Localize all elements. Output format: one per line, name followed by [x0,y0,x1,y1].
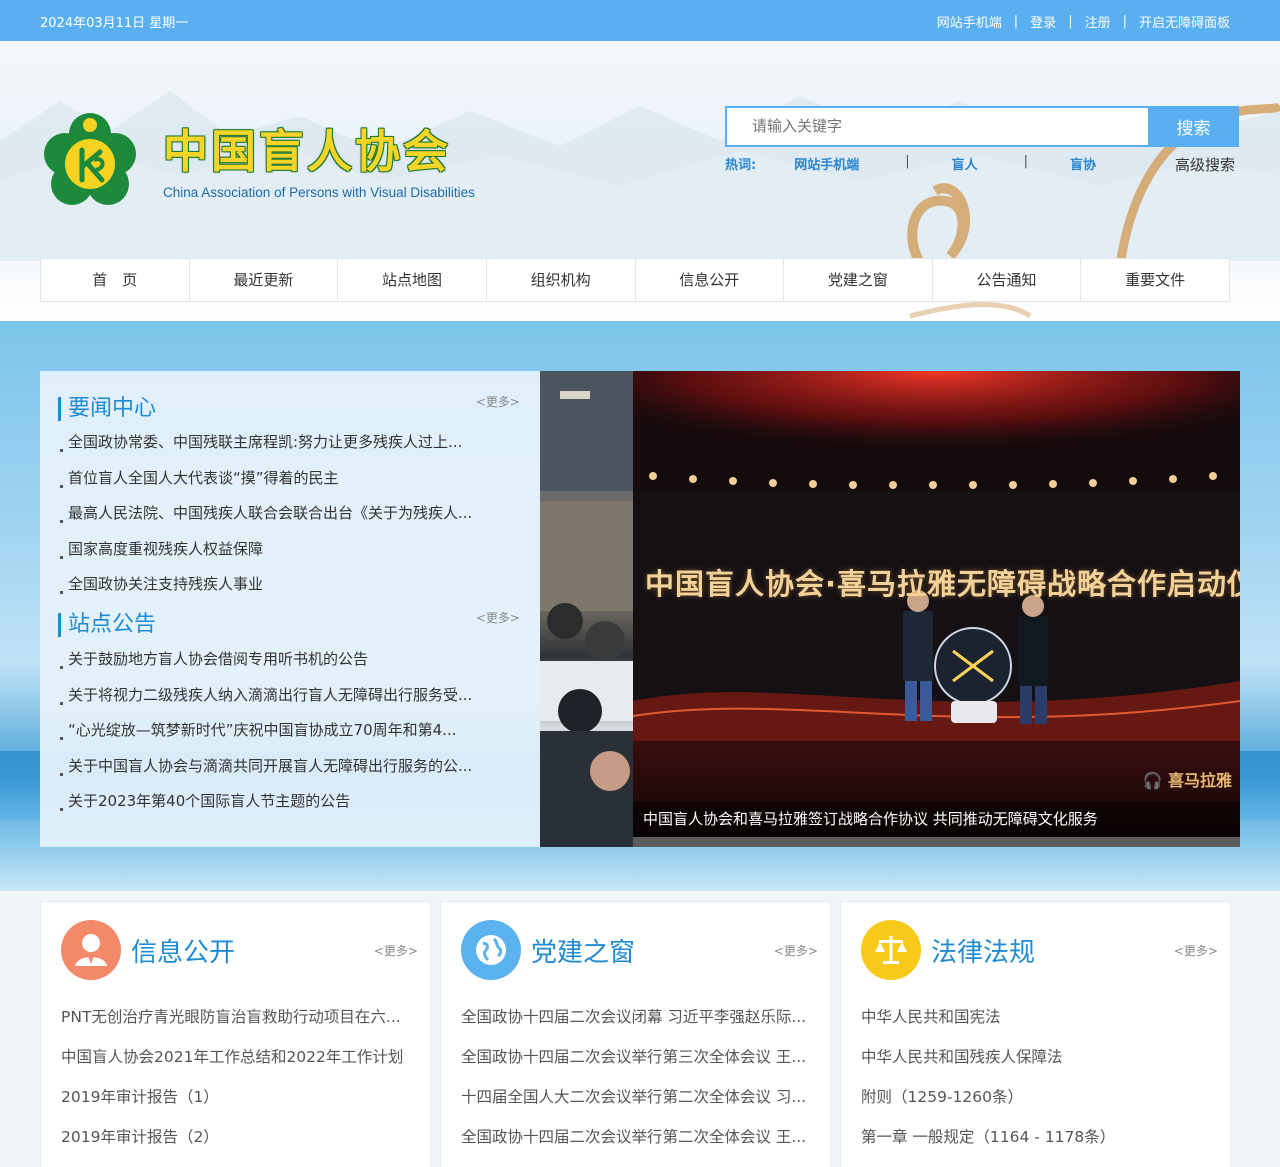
list-item[interactable]: PNT无创治疗青光眼防盲治盲救助行动项目在六... [61,997,417,1037]
separator: | [1122,14,1127,29]
main-nav: 首 页 最近更新 站点地图 组织机构 信息公开 党建之窗 公告通知 重要文件 [40,258,1230,302]
brand-text: 喜马拉雅 [1167,771,1232,790]
separator: | [1023,154,1029,169]
list-item[interactable]: 全国政协关注支持残疾人事业 [60,567,530,603]
slide-caption[interactable]: 中国盲人协会和喜马拉雅签订战略合作协议 共同推动无障碍文化服务 [633,801,1240,837]
news-more-link[interactable]: <更多> [476,393,520,410]
person-icon [61,920,121,980]
news-center-title: 要闻中心 [58,397,156,421]
scale-icon [861,920,921,980]
brand-watermark: 🎧 喜马拉雅 [1142,767,1232,791]
search-input[interactable] [725,106,1148,147]
site-header: 中国盲人协会 China Association of Persons with… [0,41,1280,321]
top-links: 网站手机端 | 登录 | 注册 | 开启无障碍面板 [937,12,1230,31]
separator: | [1068,14,1073,29]
notices-list: 关于鼓励地方盲人协会借阅专用听书机的公告 关于将视力二级残疾人纳入滴滴出行盲人无… [60,642,530,820]
slide-headline: 中国盲人协会·喜马拉雅无障碍战略合作启动仪 [645,567,1240,601]
list-item[interactable]: 中华人民共和国残疾人保障法 [861,1037,1217,1077]
advanced-search-link[interactable]: 高级搜索 [1175,154,1235,175]
mobile-site-link[interactable]: 网站手机端 [937,12,1002,31]
org-name-cn: 中国盲人协会 [163,125,452,178]
side-photo[interactable] [540,371,633,847]
card-more-link[interactable]: <更多> [1174,942,1218,959]
register-link[interactable]: 注册 [1085,12,1111,31]
card-title: 党建之窗 [531,938,636,968]
hot-words: 热词: 网站手机端 | 盲人 | 盲协 [725,154,1134,173]
list-item[interactable]: 2019年审计报告（2） [61,1117,417,1157]
list-item[interactable]: 全国政协十四届二次会议举行第三次全体会议 王... [461,1037,817,1077]
nav-important-docs[interactable]: 重要文件 [1081,259,1229,301]
list-item[interactable]: 十四届全国人大二次会议举行第二次全体会议 习... [461,1077,817,1117]
hot-words-label: 热词: [725,158,757,173]
nav-organization[interactable]: 组织机构 [487,259,636,301]
accessibility-panel-link[interactable]: 开启无障碍面板 [1139,12,1230,31]
listen-icon: 🎧 [1142,771,1163,790]
list-item[interactable]: 关于中国盲人协会与滴滴共同开展盲人无障碍出行服务的公... [60,749,530,785]
laws-card: 法律法规 <更多> 中华人民共和国宪法 中华人民共和国残疾人保障法 附则（125… [840,901,1231,1167]
login-link[interactable]: 登录 [1030,12,1056,31]
party-building-card: 党建之窗 <更多> 全国政协十四届二次会议闭幕 习近平李强赵乐际... 全国政协… [440,901,831,1167]
search-bar: 搜索 [725,106,1239,147]
association-logo [44,113,136,205]
list-item[interactable]: 全国政协十四届二次会议闭幕 习近平李强赵乐际... [461,997,817,1037]
card-title: 信息公开 [131,938,236,968]
list-item[interactable]: 附则（1259-1260条） [861,1077,1217,1117]
nav-party-building[interactable]: 党建之窗 [784,259,933,301]
category-cards: 信息公开 <更多> PNT无创治疗青光眼防盲治盲救助行动项目在六... 中国盲人… [0,891,1280,1167]
featured-band: 要闻中心 <更多> 全国政协常委、中国残联主席程凯:努力让更多残疾人过上... … [0,321,1280,891]
notices-more-link[interactable]: <更多> [476,609,520,626]
list-item[interactable]: 全国政协十四届二次会议举行第二次全体会议 王... [461,1117,817,1157]
hot-word-link[interactable]: 盲协 [1070,154,1096,173]
card-list: 全国政协十四届二次会议闭幕 习近平李强赵乐际... 全国政协十四届二次会议举行第… [461,997,817,1157]
separator: | [905,154,910,169]
nav-announcements[interactable]: 公告通知 [933,259,1082,301]
card-list: 中华人民共和国宪法 中华人民共和国残疾人保障法 附则（1259-1260条） 第… [861,997,1217,1157]
org-name-en: China Association of Persons with Visual… [163,185,475,200]
list-item[interactable]: “心光绽放—筑梦新时代”庆祝中国盲协成立70周年和第4... [60,713,530,749]
list-item[interactable]: 全国政协常委、中国残联主席程凯:努力让更多残疾人过上... [60,425,530,461]
separator: | [1013,14,1019,29]
hot-word-link[interactable]: 网站手机端 [794,154,859,173]
list-item[interactable]: 第一章 一般规定（1164 - 1178条） [861,1117,1217,1157]
list-item[interactable]: 最高人民法院、中国残疾人联合会联合出台《关于为残疾人... [60,496,530,532]
nav-site-map[interactable]: 站点地图 [338,259,487,301]
news-list: 全国政协常委、中国残联主席程凯:努力让更多残疾人过上... 首位盲人全国人大代表… [60,425,530,603]
top-bar: 2024年03月11日 星期一 网站手机端 | 登录 | 注册 | 开启无障碍面… [0,0,1280,41]
featured-slide[interactable]: 中国盲人协会·喜马拉雅无障碍战略合作启动仪 🎧 喜马拉雅 中国盲人协会和喜马拉雅… [633,371,1240,847]
search-button[interactable]: 搜索 [1148,106,1239,147]
news-panel: 要闻中心 <更多> 全国政协常委、中国残联主席程凯:努力让更多残疾人过上... … [40,371,540,847]
slide-progress-bar [633,837,1240,847]
card-title: 法律法规 [931,938,1036,968]
info-disclosure-card: 信息公开 <更多> PNT无创治疗青光眼防盲治盲救助行动项目在六... 中国盲人… [40,901,431,1167]
notices-title: 站点公告 [58,613,156,637]
list-item[interactable]: 首位盲人全国人大代表谈“摸”得着的民主 [60,461,530,497]
list-item[interactable]: 国家高度重视残疾人权益保障 [60,532,530,568]
list-item[interactable]: 中华人民共和国宪法 [861,997,1217,1037]
meeting-photo-art [540,371,633,847]
card-list: PNT无创治疗青光眼防盲治盲救助行动项目在六... 中国盲人协会2021年工作总… [61,997,417,1157]
nav-home[interactable]: 首 页 [41,259,190,301]
card-more-link[interactable]: <更多> [774,942,818,959]
list-item[interactable]: 中国盲人协会2021年工作总结和2022年工作计划 [61,1037,417,1077]
card-more-link[interactable]: <更多> [374,942,418,959]
current-date: 2024年03月11日 星期一 [40,16,189,31]
globe-icon [461,920,521,980]
hot-word-link[interactable]: 盲人 [952,154,978,173]
list-item[interactable]: 2019年审计报告（1） [61,1077,417,1117]
nav-recent-updates[interactable]: 最近更新 [190,259,339,301]
list-item[interactable]: 关于2023年第40个国际盲人节主题的公告 [60,784,530,820]
nav-info-disclosure[interactable]: 信息公开 [636,259,785,301]
list-item[interactable]: 关于鼓励地方盲人协会借阅专用听书机的公告 [60,642,530,678]
list-item[interactable]: 关于将视力二级残疾人纳入滴滴出行盲人无障碍出行服务受... [60,678,530,714]
